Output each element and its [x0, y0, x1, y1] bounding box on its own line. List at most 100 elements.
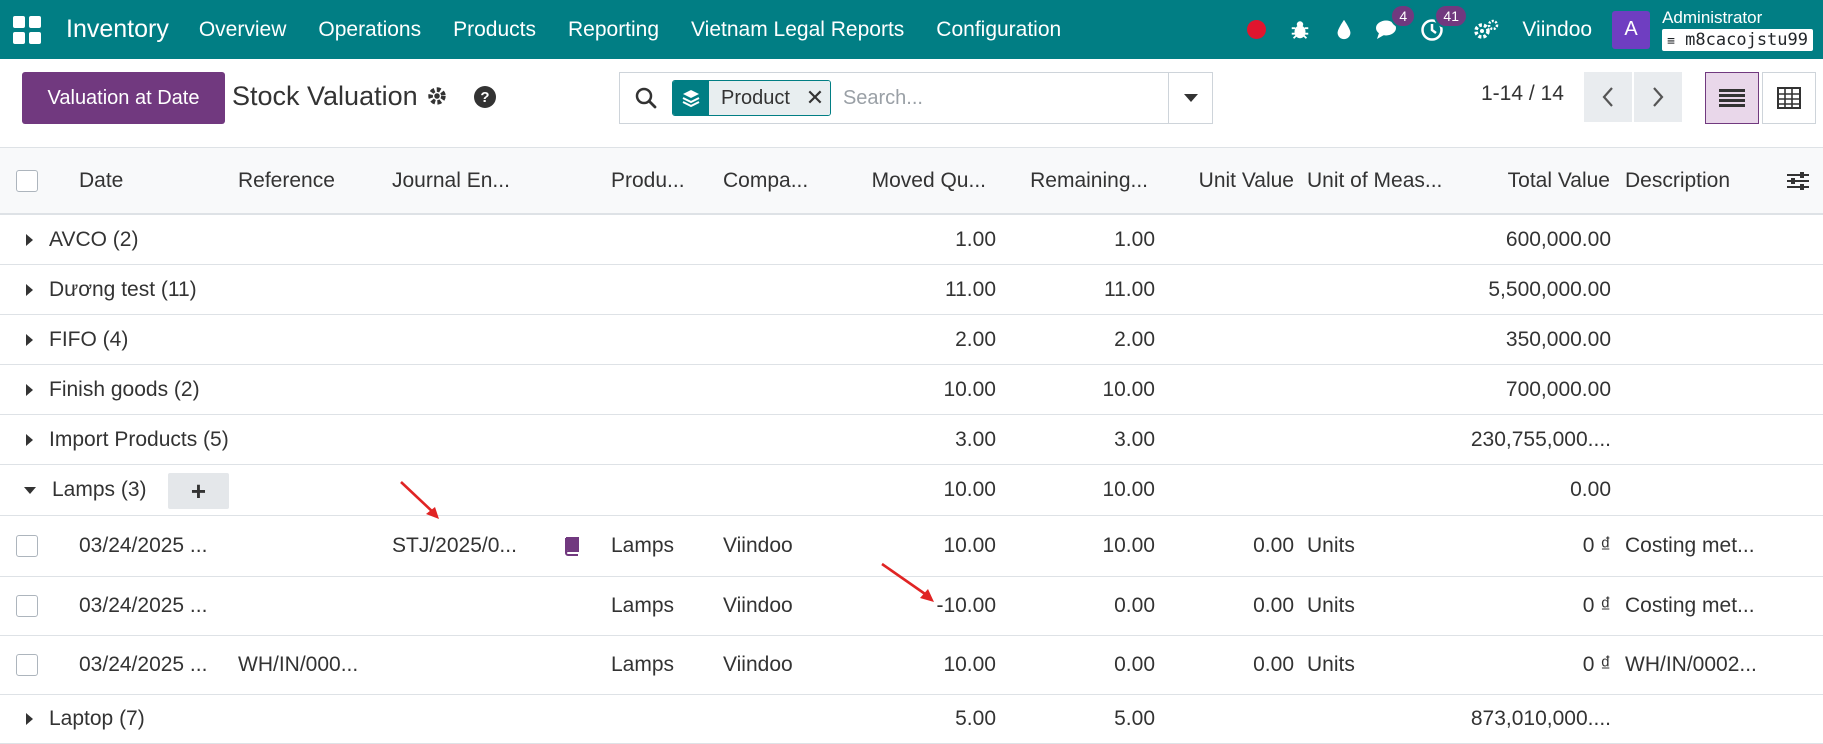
group-total: 5,500,000.00: [1488, 277, 1611, 301]
company-gears-icon[interactable]: [1464, 0, 1508, 59]
group-total: 873,010,000....: [1470, 707, 1611, 730]
caret-right-icon: [26, 283, 33, 296]
search-facet-product: Product ✕: [672, 80, 831, 116]
cell-description: Costing met...: [1625, 534, 1755, 557]
group-moved: 11.00: [945, 277, 996, 301]
gear-icon[interactable]: [426, 85, 448, 114]
cell-unit-value: 0.00: [1253, 653, 1294, 676]
column-unit-value[interactable]: Unit Value: [1160, 148, 1294, 213]
list-icon: [1719, 89, 1745, 107]
group-label: Import Products (5): [49, 427, 229, 451]
column-moved-quantity[interactable]: Moved Qu...: [840, 148, 986, 213]
search-icon[interactable]: [620, 86, 672, 110]
column-description[interactable]: Description: [1625, 148, 1775, 213]
app-brand[interactable]: Inventory: [66, 15, 169, 44]
cell-journal-entry: [392, 577, 532, 635]
cell-total-value: 0 ₫: [1582, 653, 1611, 676]
column-unit-of-measure[interactable]: Unit of Meas...: [1307, 148, 1457, 213]
database-name: ≡ m8cacojstu99: [1662, 28, 1813, 51]
activities-badge: 41: [1434, 4, 1468, 28]
group-row-laptop[interactable]: Laptop (7) 5.00 5.00 873,010,000....: [0, 695, 1823, 744]
group-label: Dương test (11): [49, 277, 197, 301]
company-switcher[interactable]: Viindoo: [1522, 18, 1592, 42]
database-label: m8cacojstu99: [1685, 29, 1808, 50]
list-view-button[interactable]: [1705, 72, 1759, 124]
cell-company: Viindoo: [723, 534, 793, 557]
group-moved: 2.00: [955, 327, 996, 351]
table-grid-icon: [1777, 87, 1801, 109]
group-label: Lamps (3): [52, 478, 147, 501]
bug-icon[interactable]: [1278, 0, 1322, 59]
add-record-button[interactable]: +: [168, 473, 229, 509]
row-checkbox[interactable]: [16, 636, 42, 694]
group-row-import-products[interactable]: Import Products (5) 3.00 3.00 230,755,00…: [0, 415, 1823, 465]
cell-date: 03/24/2025 ...: [79, 534, 208, 557]
cell-remaining: 0.00: [1114, 594, 1155, 617]
help-icon[interactable]: ?: [474, 86, 496, 108]
caret-down-icon: [24, 486, 36, 494]
facet-close-icon[interactable]: ✕: [799, 81, 830, 115]
optional-columns-icon[interactable]: [1786, 148, 1812, 213]
cell-product: Lamps: [611, 534, 675, 557]
user-menu[interactable]: Administrator ≡ m8cacojstu99: [1662, 8, 1813, 51]
database-icon: ≡: [1667, 33, 1675, 49]
caret-right-icon: [26, 713, 33, 725]
clock-icon[interactable]: 41: [1410, 0, 1468, 59]
cell-journal-entry[interactable]: STJ/2025/0...: [392, 516, 532, 576]
group-row-fifo[interactable]: FIFO (4) 2.00 2.00 350,000.00: [0, 315, 1823, 365]
cell-date: 03/24/2025 ...: [79, 594, 208, 617]
select-all-checkbox[interactable]: [16, 148, 42, 213]
cell-uom: Units: [1307, 534, 1355, 557]
pager-value[interactable]: 1-14 / 14: [1481, 82, 1564, 106]
caret-right-icon: [26, 383, 33, 396]
pager-next-button[interactable]: [1634, 72, 1682, 122]
group-row-avco[interactable]: AVCO (2) 1.00 1.00 600,000.00: [0, 215, 1823, 265]
group-total: 0.00: [1570, 478, 1611, 501]
search-bar: Product ✕: [619, 72, 1213, 124]
column-date[interactable]: Date: [79, 148, 219, 213]
list-header-row: Date Reference Journal En... Produ... Co…: [0, 148, 1823, 215]
row-checkbox[interactable]: [16, 516, 42, 576]
menu-overview[interactable]: Overview: [183, 0, 303, 59]
water-drop-icon[interactable]: [1322, 0, 1366, 59]
cell-company: Viindoo: [723, 653, 793, 676]
table-row[interactable]: 03/24/2025 ... WH/IN/000... Lamps Viindo…: [0, 636, 1823, 695]
caret-right-icon: [26, 233, 33, 246]
search-input[interactable]: [842, 86, 1143, 110]
column-product[interactable]: Produ...: [611, 148, 711, 213]
search-options-toggle[interactable]: [1168, 73, 1212, 123]
caret-down-icon: [1183, 94, 1198, 102]
column-company[interactable]: Compa...: [723, 148, 823, 213]
pivot-view-button[interactable]: [1762, 72, 1816, 124]
cell-product: Lamps: [611, 594, 675, 617]
group-total: 700,000.00: [1505, 377, 1611, 401]
apps-menu-icon[interactable]: [12, 15, 42, 45]
cell-total-value: 0 ₫: [1582, 534, 1611, 557]
group-row-finish-goods[interactable]: Finish goods (2) 10.00 10.00 700,000.00: [0, 365, 1823, 415]
journal-book-icon[interactable]: [562, 516, 586, 576]
valuation-at-date-button[interactable]: Valuation at Date: [22, 72, 225, 124]
page-title: Stock Valuation: [232, 81, 418, 111]
group-row-lamps[interactable]: Lamps (3) + 10.00 10.00 0.00: [0, 465, 1823, 516]
record-icon[interactable]: [1234, 0, 1278, 59]
group-row-duong-test[interactable]: Dương test (11) 11.00 11.00 5,500,000.00: [0, 265, 1823, 315]
column-journal-entry[interactable]: Journal En...: [392, 148, 532, 213]
menu-configuration[interactable]: Configuration: [920, 0, 1077, 59]
group-remaining: 3.00: [1114, 427, 1155, 451]
group-remaining: 11.00: [1104, 277, 1155, 301]
group-moved: 10.00: [943, 478, 996, 501]
column-total-value[interactable]: Total Value: [1460, 148, 1610, 213]
column-reference[interactable]: Reference: [238, 148, 378, 213]
column-remaining[interactable]: Remaining...: [1000, 148, 1148, 213]
menu-operations[interactable]: Operations: [302, 0, 437, 59]
menu-vietnam-legal-reports[interactable]: Vietnam Legal Reports: [675, 0, 920, 59]
menu-reporting[interactable]: Reporting: [552, 0, 675, 59]
cell-unit-value: 0.00: [1253, 594, 1294, 617]
cell-date: 03/24/2025 ...: [79, 653, 208, 676]
user-avatar[interactable]: A: [1612, 10, 1651, 49]
row-checkbox[interactable]: [16, 577, 42, 635]
pager-previous-button[interactable]: [1584, 72, 1632, 122]
chat-icon[interactable]: 4: [1366, 0, 1417, 59]
menu-products[interactable]: Products: [437, 0, 552, 59]
top-navbar: Inventory Overview Operations Products R…: [0, 0, 1823, 59]
